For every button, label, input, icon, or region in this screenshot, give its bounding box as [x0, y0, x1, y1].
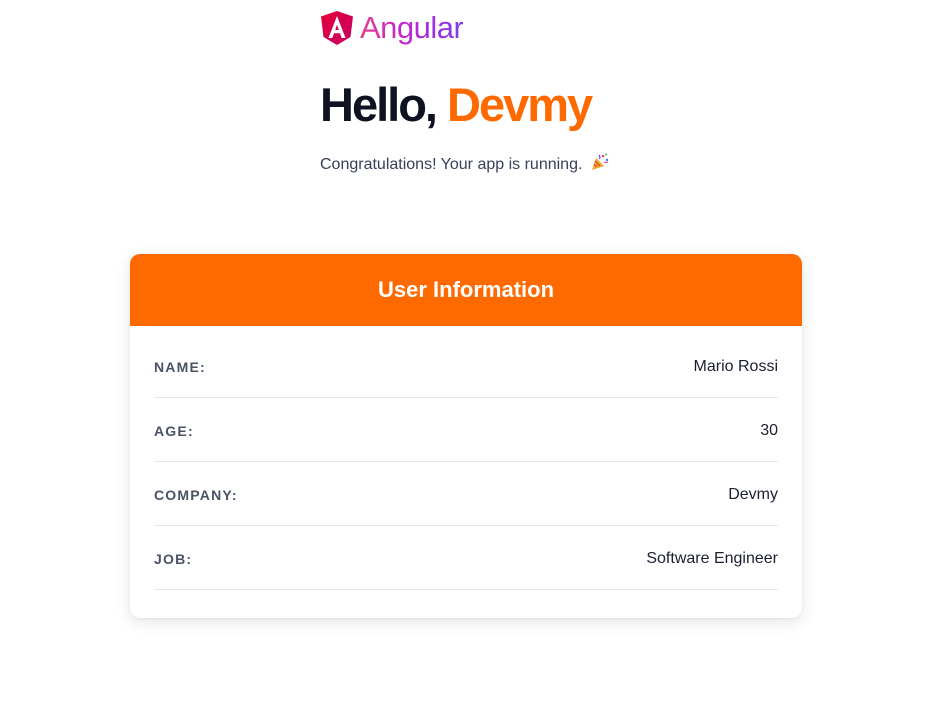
info-value: 30 [760, 421, 778, 439]
card-header: User Information [130, 254, 802, 326]
angular-logo: Angular [320, 10, 610, 46]
status-message: Congratulations! Your app is running. [320, 152, 610, 178]
page: Angular Hello, Devmy Congratulations! Yo… [0, 0, 935, 711]
info-label: NAME: [154, 358, 206, 375]
info-value: Mario Rossi [693, 357, 778, 375]
info-label: AGE: [154, 422, 194, 439]
status-message-text: Congratulations! Your app is running. [320, 156, 583, 173]
info-value: Software Engineer [646, 549, 778, 567]
angular-shield-icon [320, 10, 354, 46]
user-info-card: User Information NAME: Mario Rossi AGE: … [130, 254, 802, 618]
info-label: COMPANY: [154, 486, 238, 503]
info-row-age: AGE: 30 [154, 398, 778, 462]
greeting-text: Hello, [320, 78, 438, 131]
card-title: User Information [377, 277, 555, 302]
info-value: Devmy [728, 485, 778, 503]
party-popper-icon [590, 152, 610, 178]
info-row-company: COMPANY: Devmy [154, 462, 778, 526]
card-body: NAME: Mario Rossi AGE: 30 COMPANY: Devmy… [130, 326, 802, 590]
hero-section: Angular Hello, Devmy Congratulations! Yo… [320, 10, 610, 178]
page-title: Hello, Devmy [320, 80, 610, 130]
greeting-name: Devmy [447, 78, 593, 131]
info-label: JOB: [154, 550, 193, 567]
logo-text: Angular [360, 10, 464, 45]
info-row-name: NAME: Mario Rossi [154, 334, 778, 398]
info-row-job: JOB: Software Engineer [154, 526, 778, 590]
